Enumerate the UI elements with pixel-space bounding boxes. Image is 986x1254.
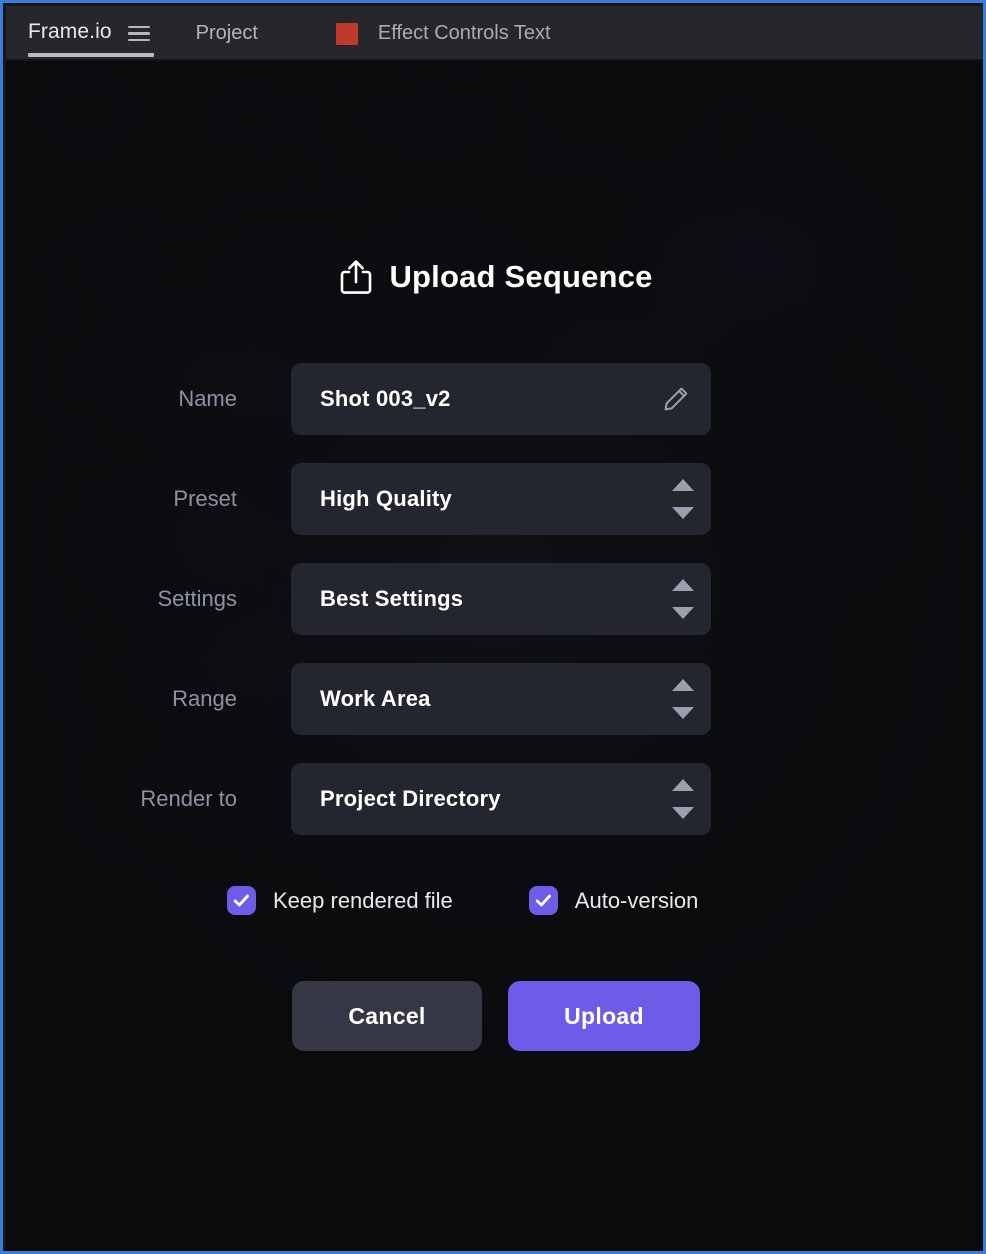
cancel-button[interactable]: Cancel	[292, 981, 482, 1051]
checkbox-label-keep-rendered-file: Keep rendered file	[273, 887, 453, 913]
form-row-settings: Settings Best Settings	[6, 563, 983, 635]
dialog-title-text: Upload Sequence	[389, 259, 653, 294]
stepper-up-icon[interactable]	[672, 479, 694, 491]
dialog-actions: Cancel Upload	[6, 981, 983, 1051]
context-label-effect-controls: Effect Controls Text	[377, 22, 551, 44]
name-input-value: Shot 003_v2	[320, 386, 451, 411]
stepper-arrows-icon[interactable]	[672, 479, 694, 519]
hamburger-line	[127, 38, 150, 42]
red-color-chip-icon[interactable]	[335, 22, 358, 45]
checkbox-checked-icon[interactable]	[227, 886, 256, 915]
render-to-select[interactable]: Project Directory	[291, 763, 711, 835]
settings-select-value: Best Settings	[320, 586, 464, 611]
form-row-render-to: Render to Project Directory	[6, 763, 983, 835]
checkbox-auto-version[interactable]: Auto-version	[528, 886, 699, 915]
checkbox-label-auto-version: Auto-version	[574, 887, 699, 913]
brand-tab-frameio[interactable]: Frame.io	[28, 20, 154, 57]
render-to-select-value: Project Directory	[320, 786, 501, 811]
stepper-down-icon[interactable]	[672, 707, 694, 719]
checkbox-checked-icon[interactable]	[528, 886, 558, 915]
upload-button[interactable]: Upload	[508, 981, 700, 1051]
dialog-title: Upload Sequence	[6, 259, 983, 295]
stepper-down-icon[interactable]	[672, 807, 694, 819]
field-label-render-to: Render to	[140, 786, 237, 811]
upload-share-icon	[339, 259, 373, 295]
options-row: Keep rendered file Auto-version	[6, 886, 983, 915]
name-input[interactable]: Shot 003_v2	[291, 363, 711, 435]
form-row-name: Name Shot 003_v2	[6, 363, 983, 435]
active-tab-underline	[28, 53, 154, 57]
preset-select[interactable]: High Quality	[291, 463, 711, 535]
hamburger-menu-icon[interactable]	[127, 24, 150, 44]
menu-item-project[interactable]: Project	[196, 22, 258, 45]
hamburger-line	[127, 25, 150, 29]
stepper-down-icon[interactable]	[672, 507, 694, 519]
checkbox-keep-rendered-file[interactable]: Keep rendered file	[227, 886, 453, 915]
stepper-up-icon[interactable]	[672, 779, 694, 791]
range-select-value: Work Area	[320, 686, 431, 711]
form-row-preset: Preset High Quality	[6, 463, 983, 535]
stepper-up-icon[interactable]	[672, 679, 694, 691]
upload-sequence-dialog: Upload Sequence Name Shot 003_v2 Preset …	[6, 61, 983, 1251]
stepper-down-icon[interactable]	[672, 607, 694, 619]
menu-bar: Frame.io Project Effect Controls Text	[6, 6, 983, 61]
field-label-range: Range	[172, 686, 237, 711]
field-label-settings: Settings	[157, 586, 238, 611]
stepper-arrows-icon[interactable]	[672, 679, 694, 719]
stepper-up-icon[interactable]	[672, 579, 694, 591]
hamburger-line	[127, 32, 150, 35]
brand-label: Frame.io	[28, 20, 112, 43]
settings-select[interactable]: Best Settings	[291, 563, 711, 635]
stepper-arrows-icon[interactable]	[672, 779, 694, 819]
stepper-arrows-icon[interactable]	[672, 579, 694, 619]
application-window: Upload Sequence Name Shot 003_v2 Preset …	[0, 0, 986, 1254]
field-label-preset: Preset	[173, 486, 237, 511]
form-row-range: Range Work Area	[6, 663, 983, 735]
range-select[interactable]: Work Area	[291, 663, 711, 735]
field-label-name: Name	[178, 386, 237, 411]
preset-select-value: High Quality	[320, 486, 452, 511]
